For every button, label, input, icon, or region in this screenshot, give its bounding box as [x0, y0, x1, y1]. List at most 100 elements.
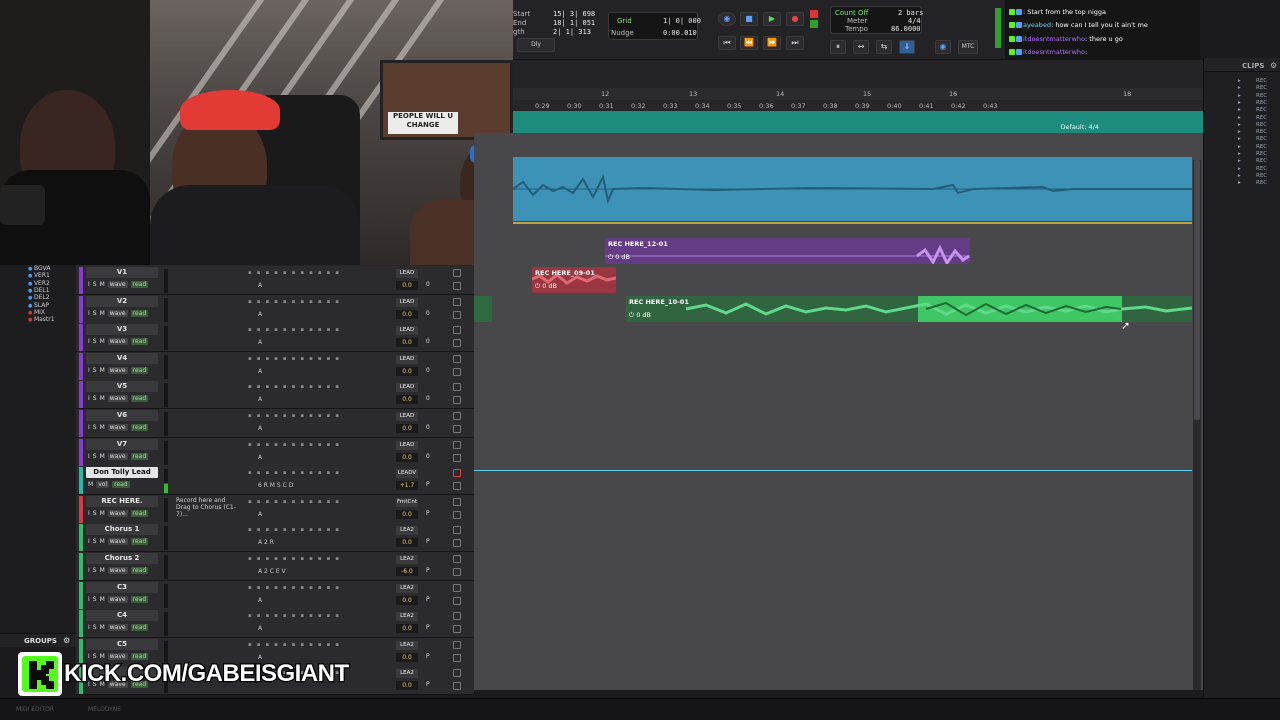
expand-arrow-icon[interactable]: ▸ [1238, 129, 1241, 135]
track-header[interactable]: Chorus 1 I S Mwave read ▪▪▪▪▪▪▪▪▪▪▪ A 2 R LEA2 0… [76, 523, 474, 553]
expand-arrow-icon[interactable]: ▸ [1238, 107, 1241, 113]
track-header[interactable]: C4 I S Mwave read ▪▪▪▪▪▪▪▪▪▪▪ A LEA2 0.0 P [76, 609, 474, 639]
track-solo-button[interactable]: S [93, 338, 97, 345]
track-comment[interactable]: Record here and Drag to Chorus (C1-7)... [176, 497, 240, 518]
track-header[interactable]: V7 I S Mwave read ▪▪▪▪▪▪▪▪▪▪▪ A LEAD 0.0 0 [76, 437, 474, 467]
insert-slots[interactable]: ▪▪▪▪▪▪▪▪▪▪▪ [248, 642, 388, 650]
track-output-selector[interactable]: LEAD [396, 326, 418, 336]
clip-rec-here-10[interactable]: REC HERE_10-01 ⏻ 0 dB [626, 296, 1192, 322]
track-view-button[interactable]: wave [107, 452, 128, 460]
track-mute-button[interactable]: M [100, 624, 105, 631]
stop-icon[interactable]: ■ [740, 12, 758, 26]
record-icon[interactable]: ● [786, 12, 804, 26]
track-output-selector[interactable]: LEAD [396, 269, 418, 278]
track-output-selector[interactable]: LEA2 [396, 526, 418, 536]
track-header[interactable]: REC HERE. I S Mwave read ▪▪▪▪▪▪▪▪▪▪▪ A FrntCnt 0… [76, 494, 474, 524]
clip-list-item[interactable]: ▸ REC [1208, 166, 1278, 173]
track-input-icon[interactable] [453, 653, 461, 662]
expand-arrow-icon[interactable]: ▸ [1238, 136, 1241, 142]
clip-list-item[interactable]: ▸ REC [1208, 180, 1278, 187]
track-mute-button[interactable]: M [100, 510, 105, 517]
play-icon[interactable]: ▶ [763, 12, 781, 26]
track-output-selector[interactable]: LEA2 [396, 669, 418, 679]
track-automation-button[interactable]: read [130, 338, 149, 346]
track-automation-button[interactable]: read [130, 624, 149, 632]
track-input-icon[interactable] [453, 482, 461, 491]
vertical-scrollbar[interactable] [1193, 160, 1201, 690]
track-solo-button[interactable]: S [93, 453, 97, 460]
track-view-button[interactable]: wave [107, 567, 128, 574]
send-slots[interactable]: A [258, 339, 262, 346]
track-input-icon[interactable] [453, 539, 461, 548]
track-solo-button[interactable]: S [93, 567, 97, 574]
track-pan[interactable]: P [426, 481, 448, 488]
track-pan[interactable]: 0 [426, 424, 448, 431]
track-record-enable-icon[interactable] [453, 354, 461, 363]
track-automation-button[interactable]: read [130, 309, 149, 317]
track-mute-button[interactable]: M [100, 338, 105, 345]
track-record-enable-icon[interactable] [453, 469, 461, 478]
expand-arrow-icon[interactable]: ▸ [1238, 166, 1241, 172]
track-input-monitor-button[interactable]: I [88, 596, 90, 603]
clip-list-item[interactable]: ▸ REC [1208, 100, 1278, 107]
track-volume[interactable]: 0.0 [396, 624, 418, 634]
fast-forward-icon[interactable]: ⏩ [763, 36, 781, 50]
track-name[interactable]: V5 [86, 381, 158, 393]
insert-slots[interactable]: ▪▪▪▪▪▪▪▪▪▪▪ [248, 470, 388, 478]
track-name[interactable]: V7 [86, 438, 158, 450]
track-name[interactable]: Chorus 2 [86, 553, 158, 564]
expand-arrow-icon[interactable]: ▸ [1238, 115, 1241, 121]
insert-slots[interactable]: ▪▪▪▪▪▪▪▪▪▪▪ [248, 299, 388, 307]
track-automation-button[interactable]: read [130, 424, 149, 431]
track-input-icon[interactable] [453, 596, 461, 605]
track-output-selector[interactable]: LEA2 [396, 640, 418, 650]
track-view-button[interactable]: wave [107, 309, 128, 317]
meter-value[interactable]: 4/4 [908, 17, 921, 25]
track-name[interactable]: V1 [86, 267, 158, 278]
clip-fragment[interactable] [474, 296, 492, 322]
track-output-selector[interactable]: LEAD [396, 383, 418, 393]
track-solo-button[interactable]: S [93, 424, 97, 431]
track-mute-button[interactable]: M [100, 424, 105, 431]
nudge-label[interactable]: Nudge [611, 29, 634, 37]
track-volume[interactable]: 0.0 [396, 281, 418, 290]
grid-label[interactable]: Grid [617, 17, 632, 25]
track-header[interactable]: V3 I S Mwave read ▪▪▪▪▪▪▪▪▪▪▪ A LEAD 0.0 0 [76, 323, 474, 353]
track-pan[interactable]: 0 [426, 281, 448, 288]
track-volume[interactable]: 0.0 [396, 452, 418, 462]
track-output-selector[interactable]: LEA2 [396, 555, 418, 564]
track-volume[interactable]: 0.0 [396, 509, 418, 519]
expand-arrow-icon[interactable]: ▸ [1238, 93, 1241, 99]
track-name[interactable]: REC HERE. [86, 495, 158, 507]
track-name[interactable]: C5 [86, 638, 158, 650]
track-volume[interactable]: 0.0 [396, 681, 418, 691]
groups-header[interactable]: GROUPS ⚙ [0, 633, 76, 647]
send-slots[interactable]: A [258, 597, 262, 604]
selection-end[interactable]: 18| 1| 051 [553, 19, 595, 27]
track-header[interactable]: V5 I S Mwave read ▪▪▪▪▪▪▪▪▪▪▪ A LEAD 0.0 0 [76, 380, 474, 410]
track-volume[interactable]: 0.0 [396, 652, 418, 662]
track-mute-button[interactable]: M [100, 281, 105, 288]
track-input-monitor-button[interactable]: I [88, 367, 90, 374]
clip-list-item[interactable]: ▸ REC [1208, 107, 1278, 114]
track-automation-button[interactable]: read [130, 567, 149, 574]
track-automation-button[interactable]: read [130, 509, 149, 517]
track-input-monitor-button[interactable]: I [88, 510, 90, 517]
track-pan[interactable]: 0 [426, 453, 448, 460]
track-input-icon[interactable] [453, 339, 461, 348]
track-input-monitor-button[interactable]: I [88, 424, 90, 431]
track-record-enable-icon[interactable] [453, 269, 461, 277]
expand-arrow-icon[interactable]: ▸ [1238, 180, 1241, 186]
track-mute-button[interactable]: M [100, 453, 105, 460]
track-automation-button[interactable]: read [130, 538, 149, 546]
send-slots[interactable]: A [258, 425, 262, 432]
track-solo-button[interactable]: S [93, 310, 97, 317]
track-header[interactable]: V1 I S Mwave read ▪▪▪▪▪▪▪▪▪▪▪ A LEAD 0.0 0 [76, 266, 474, 295]
track-record-enable-icon[interactable] [453, 440, 461, 449]
send-slots[interactable]: A [258, 511, 262, 518]
insert-slots[interactable]: ▪▪▪▪▪▪▪▪▪▪▪ [248, 384, 388, 392]
tab-melodyne[interactable]: MELODYNE [88, 706, 121, 713]
track-list-item[interactable]: ● DEL1 [28, 287, 50, 294]
clip-gain[interactable]: ⏻ 0 dB [608, 253, 630, 262]
track-mute-button[interactable]: M [100, 567, 105, 574]
